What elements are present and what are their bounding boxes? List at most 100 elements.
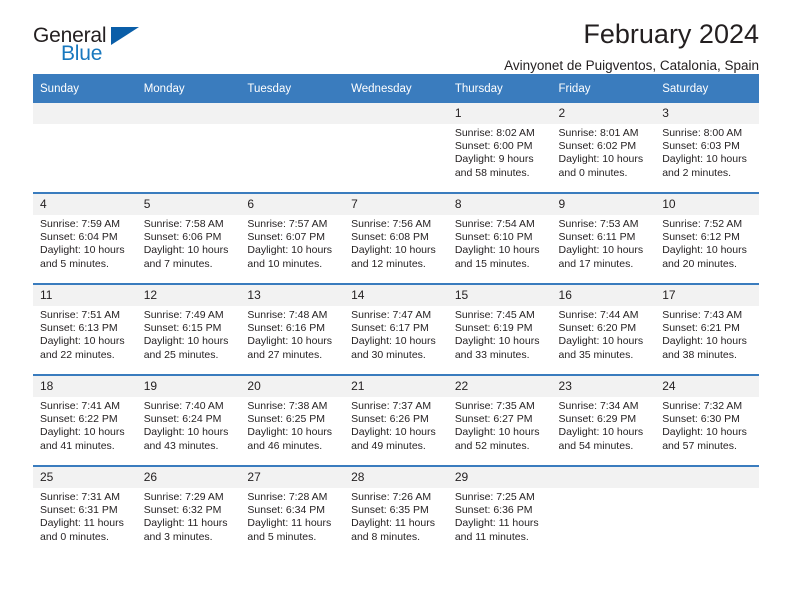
day-detail-line: Sunrise: 7:38 AM xyxy=(247,400,328,412)
weekday-header-tuesday: Tuesday xyxy=(240,74,345,103)
weekday-header-friday: Friday xyxy=(551,74,656,103)
calendar-day-cell-empty xyxy=(344,103,448,193)
calendar-day-cell[interactable]: 29 Sunrise: 7:25 AM Sunset: 6:36 PM Dayligh… xyxy=(447,465,552,556)
day-detail-line: Sunrise: 7:59 AM xyxy=(40,218,120,230)
calendar-day-cell[interactable]: 15 Sunrise: 7:45 AM Sunset: 6:19 PM Dayligh… xyxy=(447,283,552,375)
day-number: 10 xyxy=(655,194,759,215)
day-number: 21 xyxy=(344,376,448,397)
calendar-header-row: Sunday Monday Tuesday Wednesday Thursday Frid… xyxy=(33,74,759,103)
calendar-day-cell[interactable]: 28 Sunrise: 7:26 AM Sunset: 6:35 PM Dayligh… xyxy=(344,465,448,556)
day-details: Sunrise: 7:52 AM Sunset: 6:12 PM Daylight:… xyxy=(655,215,759,271)
calendar-day-cell[interactable]: 21 Sunrise: 7:37 AM Sunset: 6:26 PM Dayligh… xyxy=(344,374,448,466)
day-detail-line: Sunrise: 7:37 AM xyxy=(351,400,432,412)
calendar-day-cell[interactable]: 27 Sunrise: 7:28 AM Sunset: 6:34 PM Dayligh… xyxy=(240,465,345,556)
day-detail-line: Sunrise: 7:49 AM xyxy=(143,309,224,321)
calendar-week-row: 1 Sunrise: 8:02 AM Sunset: 6:00 PM Daylight… xyxy=(33,103,759,193)
day-details: Sunrise: 7:35 AM Sunset: 6:27 PM Daylight:… xyxy=(448,397,552,453)
calendar-day-cell[interactable]: 17 Sunrise: 7:43 AM Sunset: 6:21 PM Dayligh… xyxy=(655,283,759,375)
day-detail-line: Sunset: 6:06 PM xyxy=(143,231,222,244)
calendar-day-cell[interactable]: 25 Sunrise: 7:31 AM Sunset: 6:31 PM Dayligh… xyxy=(33,465,137,556)
calendar-day-cell[interactable]: 26 Sunrise: 7:29 AM Sunset: 6:32 PM Dayligh… xyxy=(136,465,241,556)
calendar-day-cell[interactable]: 3 Sunrise: 8:00 AM Sunset: 6:03 PM Daylight… xyxy=(655,103,759,193)
calendar-day-cell[interactable]: 23 Sunrise: 7:34 AM Sunset: 6:29 PM Dayligh… xyxy=(551,374,656,466)
calendar-day-cell[interactable]: 20 Sunrise: 7:38 AM Sunset: 6:25 PM Dayligh… xyxy=(240,374,345,466)
day-number: 12 xyxy=(136,285,241,306)
day-detail-line: Sunrise: 7:53 AM xyxy=(558,218,639,230)
calendar-day-cell[interactable]: 14 Sunrise: 7:47 AM Sunset: 6:17 PM Dayligh… xyxy=(344,283,448,375)
brand-logo[interactable]: General Blue xyxy=(33,25,153,71)
calendar-day-cell[interactable]: 8 Sunrise: 7:54 AM Sunset: 6:10 PM Daylight… xyxy=(447,192,552,284)
day-detail-line: Daylight: 10 hours xyxy=(40,335,125,348)
day-detail-line: and 46 minutes. xyxy=(247,439,323,452)
calendar-day-cell[interactable]: 4 Sunrise: 7:59 AM Sunset: 6:04 PM Daylight… xyxy=(33,192,137,284)
day-detail-line: Daylight: 10 hours xyxy=(40,426,125,439)
day-number: 24 xyxy=(655,376,759,397)
day-number: 11 xyxy=(33,285,137,306)
day-detail-line: Daylight: 10 hours xyxy=(247,335,333,348)
day-detail-line: Daylight: 10 hours xyxy=(662,426,747,439)
day-detail-line: Sunset: 6:31 PM xyxy=(40,504,118,517)
calendar-day-cell[interactable]: 7 Sunrise: 7:56 AM Sunset: 6:08 PM Daylight… xyxy=(344,192,448,284)
calendar-week-row: 25 Sunrise: 7:31 AM Sunset: 6:31 PM Dayligh… xyxy=(33,465,759,556)
day-detail-line: Sunrise: 7:51 AM xyxy=(40,309,120,321)
day-detail-line: Sunset: 6:12 PM xyxy=(662,231,740,244)
calendar-day-cell[interactable]: 12 Sunrise: 7:49 AM Sunset: 6:15 PM Dayligh… xyxy=(136,283,241,375)
calendar-day-cell[interactable]: 13 Sunrise: 7:48 AM Sunset: 6:16 PM Dayligh… xyxy=(240,283,345,375)
day-detail-line: Sunset: 6:17 PM xyxy=(351,322,429,335)
day-detail-line: Sunset: 6:00 PM xyxy=(454,140,533,153)
day-number xyxy=(136,103,241,124)
calendar-week-row: 11 Sunrise: 7:51 AM Sunset: 6:13 PM Dayligh… xyxy=(33,283,759,375)
day-number: 20 xyxy=(240,376,345,397)
day-number: 5 xyxy=(136,194,241,215)
calendar-day-cell[interactable]: 24 Sunrise: 7:32 AM Sunset: 6:30 PM Dayligh… xyxy=(655,374,759,466)
day-detail-line: Daylight: 10 hours xyxy=(143,335,229,348)
calendar-day-cell[interactable]: 19 Sunrise: 7:40 AM Sunset: 6:24 PM Dayligh… xyxy=(136,374,241,466)
day-detail-line: Sunrise: 7:47 AM xyxy=(351,309,432,321)
day-detail-line: Sunset: 6:26 PM xyxy=(351,413,429,426)
calendar-day-cell[interactable]: 22 Sunrise: 7:35 AM Sunset: 6:27 PM Dayligh… xyxy=(447,374,552,466)
day-detail-line: Sunset: 6:22 PM xyxy=(40,413,118,426)
day-detail-line: and 57 minutes. xyxy=(662,439,737,452)
day-detail-line: Daylight: 10 hours xyxy=(662,153,747,166)
day-detail-line: Daylight: 10 hours xyxy=(662,335,747,348)
calendar-day-cell[interactable]: 18 Sunrise: 7:41 AM Sunset: 6:22 PM Dayligh… xyxy=(33,374,137,466)
day-detail-line: and 12 minutes. xyxy=(351,257,426,270)
day-detail-line: Sunrise: 7:40 AM xyxy=(143,400,224,412)
title-block: February 2024 Avinyonet de Puigventos, C… xyxy=(504,18,759,76)
day-number: 2 xyxy=(551,103,656,124)
day-detail-line: and 43 minutes. xyxy=(143,439,219,452)
day-details: Sunrise: 8:00 AM Sunset: 6:03 PM Daylight:… xyxy=(655,124,759,180)
day-detail-line: and 0 minutes. xyxy=(558,166,628,179)
day-detail-line: Sunrise: 7:41 AM xyxy=(40,400,120,412)
day-number: 27 xyxy=(240,467,345,488)
page-title: February 2024 xyxy=(583,19,759,49)
day-detail-line: Daylight: 11 hours xyxy=(143,517,228,530)
calendar-day-cell-empty xyxy=(240,103,345,193)
calendar-day-cell[interactable]: 1 Sunrise: 8:02 AM Sunset: 6:00 PM Daylight… xyxy=(447,103,552,193)
weekday-header-sunday: Sunday xyxy=(33,74,137,103)
day-detail-line: Sunset: 6:10 PM xyxy=(454,231,533,244)
calendar-day-cell[interactable]: 6 Sunrise: 7:57 AM Sunset: 6:07 PM Daylight… xyxy=(240,192,345,284)
calendar-day-cell[interactable]: 16 Sunrise: 7:44 AM Sunset: 6:20 PM Dayligh… xyxy=(551,283,656,375)
day-details: Sunrise: 7:44 AM Sunset: 6:20 PM Daylight:… xyxy=(552,306,656,362)
day-detail-line: Sunset: 6:07 PM xyxy=(247,231,326,244)
day-detail-line: Sunrise: 7:52 AM xyxy=(662,218,743,230)
weekday-header-thursday: Thursday xyxy=(447,74,552,103)
day-number: 15 xyxy=(447,285,552,306)
day-detail-line: and 2 minutes. xyxy=(662,166,732,179)
day-details: Sunrise: 7:56 AM Sunset: 6:08 PM Daylight:… xyxy=(344,215,448,271)
calendar-day-cell[interactable]: 9 Sunrise: 7:53 AM Sunset: 6:11 PM Daylight… xyxy=(551,192,656,284)
day-detail-line: Daylight: 10 hours xyxy=(558,335,644,348)
calendar-day-cell[interactable]: 10 Sunrise: 7:52 AM Sunset: 6:12 PM Dayligh… xyxy=(655,192,759,284)
calendar-day-cell[interactable]: 11 Sunrise: 7:51 AM Sunset: 6:13 PM Dayligh… xyxy=(33,283,137,375)
day-detail-line: Sunrise: 7:58 AM xyxy=(143,218,224,230)
day-detail-line: Daylight: 10 hours xyxy=(558,426,644,439)
day-number: 3 xyxy=(655,103,759,124)
day-details: Sunrise: 7:54 AM Sunset: 6:10 PM Daylight:… xyxy=(448,215,552,271)
calendar-day-cell[interactable]: 2 Sunrise: 8:01 AM Sunset: 6:02 PM Daylight… xyxy=(551,103,656,193)
day-details: Sunrise: 7:34 AM Sunset: 6:29 PM Daylight:… xyxy=(552,397,656,453)
day-details: Sunrise: 7:41 AM Sunset: 6:22 PM Daylight:… xyxy=(33,397,137,453)
calendar-day-cell[interactable]: 5 Sunrise: 7:58 AM Sunset: 6:06 PM Daylight… xyxy=(136,192,241,284)
day-detail-line: Sunset: 6:30 PM xyxy=(662,413,740,426)
weekday-header-wednesday: Wednesday xyxy=(344,74,448,103)
